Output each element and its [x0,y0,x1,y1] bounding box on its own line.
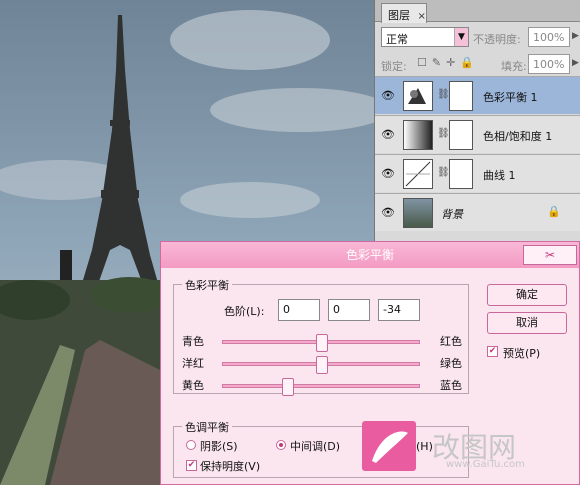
slider-left-label: 黄色 [182,379,204,392]
tone-balance-group: 色调平衡 阴影(S) 中间调(D) 高光(H) ✔ 保持明度(V) [173,419,469,478]
shadows-radio[interactable] [186,440,196,450]
preserve-luminosity-checkbox[interactable]: ✔ [186,460,197,471]
slider-right-label: 绿色 [440,357,462,370]
cancel-button[interactable]: 取消 [487,312,567,334]
midtones-label: 中间调(D) [290,440,341,453]
eye-icon[interactable]: 👁 [381,89,395,102]
adjustment-thumb [403,81,433,111]
slider-magenta-green[interactable]: 洋红 绿色 [182,355,462,375]
layer-mask-thumb [449,81,473,111]
layer-mask-thumb [449,120,473,150]
layer-name: 曲线 1 [483,169,516,182]
opacity-label: 不透明度: [473,33,521,46]
background-thumb [403,198,433,228]
slider-thumb[interactable] [316,334,328,352]
group-title: 色彩平衡 [182,277,232,293]
shadows-label: 阴影(S) [200,440,238,453]
close-button[interactable]: ✂ [523,245,577,265]
slider-left-label: 青色 [182,335,204,348]
lock-label: 锁定: [381,60,407,73]
layer-mask-thumb [449,159,473,189]
close-icon[interactable]: × [418,11,426,22]
layers-tab-bar: 图层 × [375,0,580,23]
chain-icon[interactable]: ⛓ [437,89,450,100]
level-input-cyan-red[interactable]: 0 [278,299,320,321]
adjustment-thumb [403,120,433,150]
layers-panel: 图层 × 正常 ▼ 不透明度: 100% ▶ 锁定: ☐✎✛🔒 填充: 100%… [374,0,580,242]
dialog-title: 色彩平衡 [345,248,394,262]
slider-track[interactable] [222,334,420,352]
preview-checkbox[interactable]: ✔ [487,346,498,357]
tab-layers-label: 图层 [388,9,410,22]
slider-cyan-red[interactable]: 青色 红色 [182,333,462,353]
layer-row-color-balance[interactable]: 👁 ⛓ 色彩平衡 1 [375,76,580,114]
levels-label: 色阶(L): [224,305,265,318]
slider-track[interactable] [222,356,420,374]
layer-name: 色彩平衡 1 [483,91,538,104]
fill-input[interactable]: 100% [528,54,570,74]
opacity-input[interactable]: 100% [528,27,570,47]
slider-thumb[interactable] [316,356,328,374]
preview-label: 预览(P) [503,347,541,360]
preserve-luminosity-label: 保持明度(V) [200,460,261,473]
eye-icon[interactable]: 👁 [381,206,395,219]
layer-name: 背景 [441,208,463,221]
chain-icon[interactable]: ⛓ [437,128,450,139]
slider-right-label: 红色 [440,335,462,348]
slider-thumb[interactable] [282,378,294,396]
curves-thumb [403,159,433,189]
slider-track[interactable] [222,378,420,396]
blend-mode-value: 正常 [386,33,408,46]
midtones-radio[interactable] [276,440,286,450]
chain-icon[interactable]: ⛓ [437,167,450,178]
lock-icon: 🔒 [547,205,561,218]
lock-icons[interactable]: ☐✎✛🔒 [417,56,479,69]
watermark-url: www.GaiTu.com [446,459,525,470]
dialog-titlebar[interactable]: 色彩平衡 [161,242,579,268]
dropdown-arrow-icon[interactable]: ▼ [454,28,468,46]
layer-row-hue-saturation[interactable]: 👁 ⛓ 色相/饱和度 1 [375,115,580,153]
eye-icon[interactable]: 👁 [381,128,395,141]
slider-yellow-blue[interactable]: 黄色 蓝色 [182,377,462,397]
watermark-logo-icon [362,421,416,471]
tab-layers[interactable]: 图层 × [381,3,427,23]
group-title: 色调平衡 [182,419,232,435]
layer-name: 色相/饱和度 1 [483,130,553,143]
fill-label: 填充: [501,60,527,73]
color-balance-group: 色彩平衡 色阶(L): 0 0 -34 青色 红色 洋红 绿色 黄色 蓝色 [173,277,469,397]
opacity-arrow-icon[interactable]: ▶ [572,31,579,41]
layer-row-background[interactable]: 👁 背景 🔒 [375,193,580,231]
blend-mode-select[interactable]: 正常 ▼ [381,27,469,47]
layer-row-curves[interactable]: 👁 ⛓ 曲线 1 [375,154,580,192]
ok-button[interactable]: 确定 [487,284,567,306]
level-input-yellow-blue[interactable]: -34 [378,299,420,321]
eye-icon[interactable]: 👁 [381,167,395,180]
fill-arrow-icon[interactable]: ▶ [572,58,579,68]
level-input-magenta-green[interactable]: 0 [328,299,370,321]
slider-left-label: 洋红 [182,357,204,370]
slider-right-label: 蓝色 [440,379,462,392]
